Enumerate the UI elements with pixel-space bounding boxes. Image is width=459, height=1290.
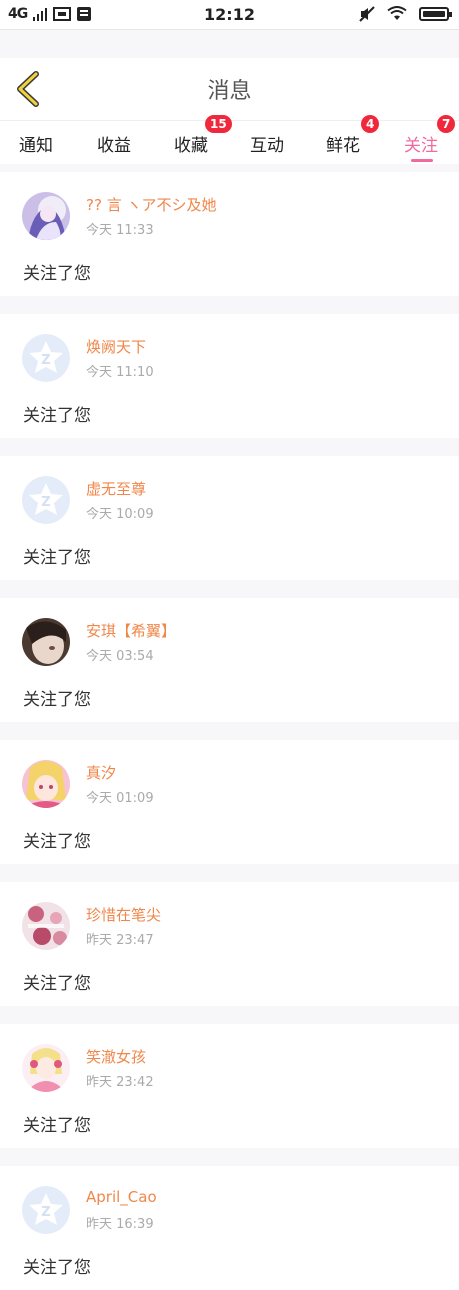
active-tab-indicator (411, 159, 433, 162)
message-text: 关注了您 (23, 832, 91, 852)
avatar[interactable] (22, 760, 70, 808)
list-item[interactable]: 笑澈女孩 昨天 23:42 关注了您 (0, 1024, 459, 1148)
header: 消息 (0, 58, 459, 120)
user-name[interactable]: 笑澈女孩 (86, 1046, 146, 1067)
tab-bar: 通知 收益 收藏 15 互动 鲜花 4 关注 7 (0, 115, 459, 164)
message-time: 昨天 23:47 (86, 933, 154, 948)
tab-interact[interactable]: 互动 (250, 131, 284, 156)
favorites-badge: 15 (205, 115, 232, 133)
follow-badge: 7 (437, 115, 456, 133)
list-item[interactable]: Z 焕阙天下 今天 11:10 关注了您 (0, 314, 459, 438)
message-time: 今天 11:10 (86, 365, 154, 380)
tab-favorites[interactable]: 收藏 (174, 131, 208, 156)
user-name[interactable]: 虚无至尊 (86, 478, 146, 499)
list-item[interactable]: 真汐 今天 01:09 关注了您 (0, 740, 459, 864)
message-text: 关注了您 (23, 974, 91, 994)
message-text: 关注了您 (23, 548, 91, 568)
mute-icon (359, 6, 375, 22)
tab-flowers[interactable]: 鲜花 (326, 131, 360, 156)
list-item[interactable]: 安琪【希翼】 今天 03:54 关注了您 (0, 598, 459, 722)
svg-text:Z: Z (41, 495, 50, 510)
message-text: 关注了您 (23, 264, 91, 284)
user-name[interactable]: 珍惜在笔尖 (86, 904, 161, 925)
message-time: 今天 03:54 (86, 649, 154, 664)
avatar[interactable]: Z (22, 476, 70, 524)
avatar[interactable] (22, 1044, 70, 1092)
svg-text:Z: Z (41, 1205, 50, 1220)
avatar[interactable] (22, 618, 70, 666)
user-name[interactable]: April_Cao (86, 1188, 157, 1206)
message-time: 今天 01:09 (86, 791, 154, 806)
flowers-badge: 4 (361, 115, 380, 133)
tab-earnings[interactable]: 收益 (97, 131, 131, 156)
list-item[interactable]: Z April_Cao 昨天 16:39 关注了您 (0, 1166, 459, 1290)
message-time: 今天 10:09 (86, 507, 154, 522)
user-name[interactable]: 安琪【希翼】 (86, 620, 176, 641)
avatar[interactable]: Z (22, 334, 70, 382)
message-time: 昨天 16:39 (86, 1217, 154, 1232)
status-right (359, 6, 452, 22)
user-name[interactable]: 焕阙天下 (86, 336, 146, 357)
svg-text:Z: Z (41, 353, 50, 368)
tab-follow[interactable]: 关注 (404, 131, 438, 156)
avatar[interactable] (22, 902, 70, 950)
avatar[interactable] (22, 192, 70, 240)
page-title: 消息 (207, 79, 252, 104)
wifi-icon (387, 6, 407, 20)
user-name[interactable]: ?? 言 ヽア不シ及她 (86, 194, 216, 215)
avatar[interactable]: Z (22, 1186, 70, 1234)
battery-icon (419, 7, 452, 21)
list-item[interactable]: 珍惜在笔尖 昨天 23:47 关注了您 (0, 882, 459, 1006)
message-text: 关注了您 (23, 1116, 91, 1136)
tab-notify[interactable]: 通知 (19, 131, 53, 156)
list-item[interactable]: Z 虚无至尊 今天 10:09 关注了您 (0, 456, 459, 580)
message-time: 昨天 23:42 (86, 1075, 154, 1090)
list-item[interactable]: ?? 言 ヽア不シ及她 今天 11:33 关注了您 (0, 172, 459, 296)
message-text: 关注了您 (23, 406, 91, 426)
message-time: 今天 11:33 (86, 223, 154, 238)
status-bar: 4G 12:12 (0, 0, 459, 30)
user-name[interactable]: 真汐 (86, 762, 116, 783)
message-text: 关注了您 (23, 1258, 91, 1278)
message-text: 关注了您 (23, 690, 91, 710)
